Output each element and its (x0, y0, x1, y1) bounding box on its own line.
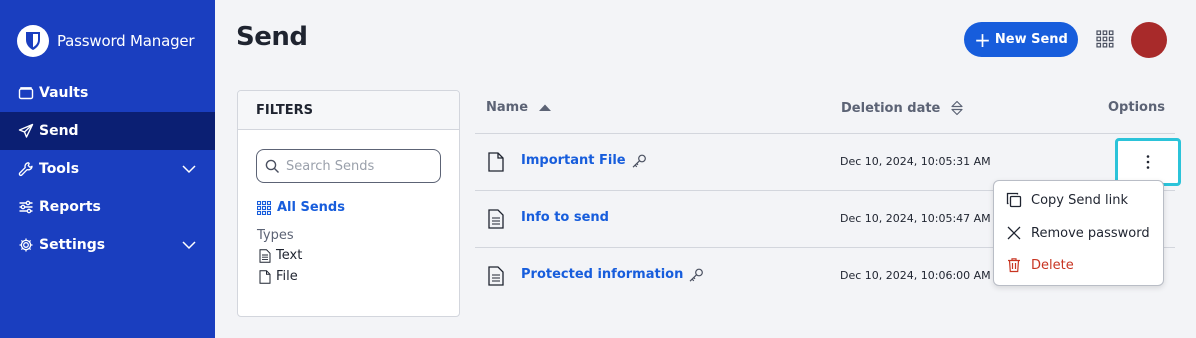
search-input[interactable] (286, 158, 436, 174)
filters-panel: FILTERS All Sends Types Text File (237, 90, 460, 317)
paper-plane-icon (18, 123, 34, 139)
copy-icon (1006, 192, 1022, 208)
filter-all-sends[interactable]: All Sends (257, 200, 345, 215)
deletion-date: Dec 10, 2024, 10:05:47 AM (840, 212, 991, 225)
wrench-icon (18, 161, 34, 177)
column-header-deletion-date[interactable]: Deletion date (841, 100, 964, 116)
deletion-date: Dec 10, 2024, 10:05:31 AM (840, 155, 991, 168)
sidebar: Password Manager Vaults Send Tools Repor… (0, 0, 215, 338)
new-send-button[interactable]: + New Send (964, 22, 1078, 57)
deletion-date: Dec 10, 2024, 10:06:00 AM (840, 269, 991, 282)
sliders-icon (18, 199, 34, 215)
app-switcher-icon[interactable] (1096, 30, 1114, 48)
sort-ascending-icon (539, 104, 552, 111)
avatar[interactable] (1131, 22, 1167, 58)
sidebar-item-label: Reports (39, 199, 101, 215)
options-menu: Copy Send link Remove password Delete (993, 180, 1164, 286)
chevron-down-icon (182, 241, 196, 250)
send-name-link[interactable]: Important File (521, 153, 647, 168)
all-sends-label: All Sends (277, 200, 345, 215)
send-name-link[interactable]: Info to send (521, 210, 609, 225)
key-icon (689, 268, 704, 282)
filter-type-text[interactable]: Text (259, 248, 302, 263)
brand[interactable]: Password Manager (17, 25, 195, 57)
chevron-down-icon (182, 165, 196, 174)
sort-unsorted-icon (951, 100, 963, 116)
text-file-icon (488, 209, 504, 229)
sidebar-item-label: Vaults (39, 85, 89, 101)
types-label: Types (257, 228, 294, 243)
filter-type-file[interactable]: File (259, 269, 298, 284)
key-icon (632, 154, 646, 168)
plus-icon: + (974, 27, 991, 52)
menu-item-delete[interactable]: Delete (994, 250, 1165, 280)
search-icon (265, 159, 279, 173)
trash-icon (1008, 258, 1020, 273)
column-header-options: Options (1108, 100, 1165, 115)
close-icon (1007, 226, 1021, 240)
sidebar-item-label: Send (39, 123, 79, 139)
filter-type-label: File (276, 269, 298, 284)
sidebar-item-reports[interactable]: Reports (0, 188, 215, 226)
gear-icon (18, 237, 34, 253)
sidebar-item-vaults[interactable]: Vaults (0, 74, 215, 112)
file-icon (488, 152, 504, 172)
brand-name: Password Manager (57, 32, 195, 50)
sidebar-item-tools[interactable]: Tools (0, 150, 215, 188)
new-send-label: New Send (994, 32, 1068, 47)
page-title: Send (236, 22, 308, 52)
filters-title: FILTERS (238, 91, 459, 130)
text-file-icon (488, 266, 504, 286)
file-icon (259, 269, 271, 284)
sidebar-item-label: Settings (39, 237, 106, 253)
grid-icon (257, 200, 271, 215)
menu-item-copy-link[interactable]: Copy Send link (994, 185, 1165, 215)
text-file-icon (259, 248, 271, 263)
sidebar-item-label: Tools (39, 161, 80, 177)
vault-icon (18, 85, 34, 101)
column-header-name[interactable]: Name (486, 100, 552, 115)
sidebar-item-settings[interactable]: Settings (0, 226, 215, 264)
filter-type-label: Text (276, 248, 303, 263)
kebab-menu-icon (1146, 155, 1150, 169)
menu-item-remove-password[interactable]: Remove password (994, 218, 1165, 248)
send-name-link[interactable]: Protected information (521, 267, 704, 282)
shield-logo-icon (17, 25, 49, 57)
sidebar-item-send[interactable]: Send (0, 112, 215, 150)
row-options-button[interactable] (1115, 138, 1181, 186)
search-box[interactable] (256, 149, 441, 183)
